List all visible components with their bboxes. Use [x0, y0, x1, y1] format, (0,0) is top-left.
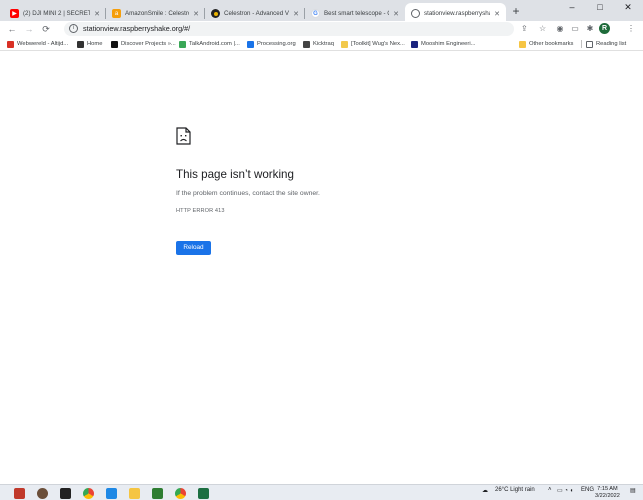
chrome-icon[interactable] — [83, 488, 94, 499]
extension-icon[interactable]: ▭ — [570, 24, 580, 34]
bookmark-star-icon[interactable]: ☆ — [539, 24, 546, 33]
amazon-icon: a — [112, 9, 121, 18]
bookmark-label: Kicktraq — [313, 41, 334, 47]
refresh-button[interactable]: ⟳ — [40, 23, 52, 35]
reading-list-label: Reading list — [596, 41, 627, 47]
weather-icon[interactable]: ☁ — [482, 487, 488, 494]
close-tab-icon[interactable]: ✕ — [293, 10, 299, 18]
bookmark-favicon-icon — [7, 40, 14, 48]
bookmark-item[interactable]: TalkAndroid.com |... — [179, 38, 240, 50]
bookmark-label: Processing.org — [257, 41, 296, 47]
app-icon[interactable] — [106, 488, 117, 499]
bookmark-label: Mooshim Engineeri... — [421, 41, 476, 47]
excel-icon[interactable] — [198, 488, 209, 499]
clock[interactable]: 7:15 AM 3/22/2022 — [595, 486, 620, 500]
close-tab-icon[interactable]: ✕ — [94, 10, 100, 18]
app-icon[interactable] — [152, 488, 163, 499]
bookmark-item[interactable]: Processing.org — [247, 38, 296, 50]
error-title: This page isn’t working — [176, 168, 294, 181]
address-bar[interactable]: i stationview.raspberryshake.org/#/ ⇪ ☆ — [64, 22, 546, 36]
bookmark-favicon-icon — [341, 40, 348, 48]
extension-icon[interactable]: ◉ — [555, 24, 565, 34]
tray-icons[interactable]: ▭ ◔ ◖ — [557, 487, 573, 494]
other-bookmarks-label: Other bookmarks — [529, 41, 574, 47]
back-button[interactable]: ← — [6, 23, 18, 35]
tab-title: Best smart telescope - Goog — [324, 10, 389, 17]
share-icon[interactable]: ⇪ — [521, 24, 528, 33]
clock-date: 3/22/2022 — [595, 493, 620, 499]
bookmark-favicon-icon — [247, 40, 254, 48]
language-indicator[interactable]: ENG — [581, 487, 594, 493]
celestron-icon — [211, 9, 220, 18]
other-bookmarks[interactable]: Other bookmarks — [519, 38, 573, 50]
globe-icon — [411, 9, 420, 18]
bookmark-label: Home — [87, 41, 103, 47]
bookmark-favicon-icon — [77, 40, 84, 48]
close-tab-icon[interactable]: ✕ — [494, 10, 500, 18]
tab-title: stationview.raspberryshake — [424, 10, 490, 17]
weather-text[interactable]: 26°C Light rain — [495, 487, 535, 493]
chrome-icon[interactable] — [175, 488, 186, 499]
file-explorer-icon[interactable] — [129, 488, 140, 499]
close-tab-icon[interactable]: ✕ — [193, 10, 199, 18]
tab-title: (2) DJI MINI 2 | SECRET SETTI — [23, 10, 91, 17]
url-text[interactable]: stationview.raspberryshake.org/#/ — [83, 24, 190, 33]
reading-list[interactable]: Reading list — [586, 38, 626, 50]
reload-button[interactable]: Reload — [176, 241, 211, 255]
error-message: If the problem continues, contact the si… — [176, 190, 320, 197]
tray-chevron-icon[interactable]: ˄ — [548, 487, 552, 493]
close-window-button[interactable]: ✕ — [614, 0, 642, 14]
bookmark-favicon-icon — [111, 40, 118, 48]
sad-page-icon — [176, 127, 191, 145]
puzzle-icon[interactable]: ✱ — [585, 24, 595, 34]
bookmark-item[interactable]: Mooshim Engineeri... — [411, 38, 475, 50]
bookmark-favicon-icon — [179, 40, 186, 48]
bookmark-item[interactable]: Webwereld - Altijd... — [7, 38, 68, 50]
bookmark-favicon-icon — [303, 40, 310, 48]
bookmark-item[interactable]: [Toolkit] Wug's Nex... — [341, 38, 405, 50]
tab-title: Celestron - Advanced VX 8" — [224, 10, 290, 17]
bookmarks-bar: Webwereld - Altijd... Home Discover Proj… — [0, 37, 643, 51]
divider — [581, 40, 582, 48]
tab-title: AmazonSmile : Celestron - St — [125, 10, 189, 17]
bookmark-label: Discover Projects »... — [121, 41, 176, 47]
bookmark-label: TalkAndroid.com |... — [189, 41, 240, 47]
close-tab-icon[interactable]: ✕ — [393, 10, 399, 18]
windows-taskbar: ☁ 26°C Light rain ˄ ▭ ◔ ◖ ENG 7:15 AM 3/… — [0, 484, 643, 500]
forward-button[interactable]: → — [23, 23, 35, 35]
minimize-button[interactable]: – — [558, 0, 586, 14]
menu-icon[interactable]: ⋮ — [626, 24, 636, 34]
filezilla-icon[interactable] — [14, 488, 25, 499]
google-icon: G — [311, 9, 320, 18]
youtube-icon: ▶ — [10, 9, 19, 18]
folder-icon — [519, 40, 526, 48]
terminal-icon[interactable] — [60, 488, 71, 499]
bookmark-item[interactable]: Kicktraq — [303, 38, 334, 50]
bookmark-label: Webwereld - Altijd... — [17, 41, 69, 47]
profile-avatar[interactable]: R — [599, 23, 610, 34]
bookmark-favicon-icon — [411, 40, 418, 48]
site-info-icon[interactable]: i — [69, 24, 78, 33]
restore-button[interactable]: □ — [586, 0, 614, 14]
app-icon[interactable] — [37, 488, 48, 499]
browser-toolbar: ← → ⟳ i stationview.raspberryshake.org/#… — [0, 21, 643, 37]
bookmark-label: [Toolkit] Wug's Nex... — [351, 41, 405, 47]
notification-icon[interactable]: ▤ — [630, 487, 636, 494]
reading-list-icon — [586, 40, 593, 48]
bookmark-item[interactable]: Home — [77, 38, 102, 50]
error-code: HTTP ERROR 413 — [176, 208, 225, 214]
new-tab-button[interactable]: + — [509, 4, 523, 18]
clock-time: 7:15 AM — [597, 486, 618, 492]
bookmark-item[interactable]: Discover Projects »... — [111, 38, 176, 50]
